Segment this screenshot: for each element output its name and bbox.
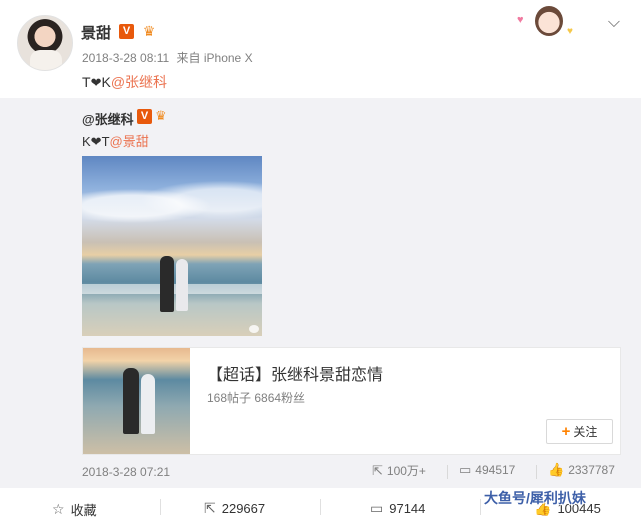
heart-icon: ❤ [90,75,102,90]
comment-icon: ▭ [459,462,472,477]
repost-count: 229667 [221,501,266,516]
comment-count: 97144 [389,501,426,516]
post-timestamp[interactable]: 2018-3-28 08:11 [82,51,169,65]
crown-icon: ♛ [142,23,156,39]
follow-button[interactable]: + 关注 [546,419,613,444]
decorative-sticker: ♥ ♥ [513,4,583,44]
card-stats: 168帖子 6864粉丝 [207,391,306,405]
chevron-down-icon[interactable]: ⌵ [604,14,624,31]
post-photo[interactable] [82,156,262,336]
avatar-sticker-icon [535,6,563,36]
repost-share-button[interactable]: ⇱ 100万+ [372,462,426,479]
follow-label: 关注 [573,425,598,439]
post-source: 来自 iPhone X [176,51,253,65]
repost-text: K❤T@景甜 [82,131,149,150]
site-watermark: 大鱼号/犀利扒妹 [484,490,586,506]
comment-button[interactable]: ▭ 97144 [370,500,425,517]
verified-badge-icon: V [137,109,152,124]
post-text-mid: K [101,74,111,90]
heart-icon: ♥ [517,14,524,26]
post-username[interactable]: 景甜 [81,22,111,43]
crown-icon: ♛ [155,108,167,123]
favorite-label: 收藏 [70,503,97,518]
repost-like-button[interactable]: 👍 2337787 [548,462,615,478]
post-meta: 2018-3-28 08:11 来自 iPhone X [82,49,253,66]
card-title[interactable]: 【超话】张继科景甜恋情 [207,361,383,385]
star-icon: ☆ [52,501,65,517]
repost-comment-count: 494517 [475,463,516,477]
super-topic-card[interactable]: 【超话】张继科景甜恋情 168帖子 6864粉丝 + 关注 [82,347,621,455]
share-icon: ⇱ [204,500,216,516]
weibo-post: 景甜 V ♛ 2018-3-28 08:11 来自 iPhone X T❤K@张… [0,0,641,524]
reposted-content: @张继科 V ♛ K❤T@景甜 【超话】张继科景甜恋情 168帖子 6864粉丝… [0,98,641,488]
verified-badge-icon: V [119,24,134,39]
card-thumbnail [83,348,190,454]
share-icon: ⇱ [372,462,383,478]
plus-icon: + [561,423,571,440]
avatar[interactable] [17,15,73,71]
repost-button[interactable]: ⇱ 229667 [204,500,265,517]
repost-share-count: 100万+ [386,464,426,478]
repost-text-mid: T [101,134,110,149]
repost-username[interactable]: @张继科 [82,109,134,128]
mention-link[interactable]: @景甜 [110,134,149,149]
favorite-button[interactable]: ☆ 收藏 [52,500,97,519]
post-text-prefix: T [82,74,91,90]
heart-icon: ♥ [567,26,573,37]
weibo-watermark-icon [249,325,259,333]
comment-icon: ▭ [370,500,384,516]
repost-comment-button[interactable]: ▭ 494517 [459,462,515,478]
repost-text-prefix: K [82,134,91,149]
mention-link[interactable]: @张继科 [111,74,167,90]
heart-icon: ❤ [90,134,102,149]
repost-actions: ⇱ 100万+ ▭ 494517 👍 2337787 [0,462,641,482]
thumbs-up-icon: 👍 [548,462,565,477]
post-text: T❤K@张继科 [82,72,167,92]
repost-like-count: 2337787 [568,463,615,477]
